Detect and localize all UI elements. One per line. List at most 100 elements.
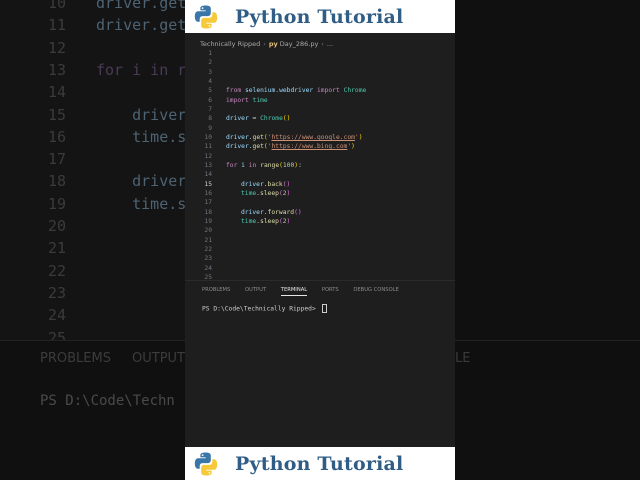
line-number: 6: [208, 96, 212, 104]
url-link[interactable]: https://www.bing.com: [272, 143, 348, 150]
tab-ports[interactable]: PORTS: [322, 287, 339, 295]
line-number: 19: [204, 217, 212, 225]
background-code-text: driver: [96, 105, 187, 124]
code-text: driver.forward(): [241, 208, 302, 216]
line-number: 8: [208, 115, 212, 123]
background-code-line: 12: [0, 39, 185, 61]
code-text: from selenium.webdriver import Chrome: [226, 87, 367, 95]
background-code-line: 11 driver.get: [0, 16, 187, 38]
background-code-lines: 10 driver.get 11 driver.get 12 13 for i in r 14…: [0, 0, 187, 347]
line-number: 17: [204, 199, 212, 207]
code-text: driver.get('https://www.bing.com'): [226, 143, 355, 151]
line-number: 10: [204, 133, 212, 141]
code-line: 9: [185, 124, 455, 133]
chevron-right-icon: ›: [321, 40, 324, 48]
terminal-prompt-text: PS D:\Code\Technically Ripped>: [202, 305, 320, 313]
line-number: 5: [208, 87, 212, 95]
background-line-number: 11: [47, 16, 66, 35]
background-code-text: driver.get: [96, 16, 187, 35]
code-line: 20: [185, 226, 455, 235]
background-line-number: 19: [47, 194, 66, 213]
tab-problems[interactable]: PROBLEMS: [202, 287, 230, 295]
code-line: 24: [185, 264, 455, 273]
line-number: 9: [208, 124, 212, 132]
banner-title: Python Tutorial: [235, 452, 404, 475]
code-line: 17: [185, 198, 455, 207]
line-number: 23: [204, 255, 212, 263]
panel-tabs: PROBLEMS OUTPUT TERMINAL PORTS DEBUG CON…: [202, 287, 412, 296]
background-tab-output: OUTPUT: [132, 351, 185, 366]
background-right-panel: LE: [455, 340, 640, 381]
code-line: 5 from selenium.webdriver import Chrome: [185, 86, 455, 95]
code-text: time.sleep(2): [241, 217, 291, 225]
code-line: 15 driver.back(): [185, 180, 455, 189]
line-number: 11: [204, 143, 212, 151]
code-line: 1: [185, 49, 455, 58]
background-line-number: 14: [47, 83, 66, 102]
background-code-line: 22: [0, 262, 185, 284]
background-code-line: 10 driver.get: [0, 0, 186, 16]
background-line-number: 10: [47, 0, 66, 12]
code-lines: 1 2 3 4 5 from selenium.webdriver import …: [185, 49, 455, 280]
line-number: 2: [208, 59, 212, 67]
background-code-line: 19 time.s: [0, 194, 187, 217]
python-logo-icon: [194, 452, 218, 475]
terminal-prompt[interactable]: PS D:\Code\Technically Ripped>: [202, 304, 327, 313]
background-right-side: LE: [455, 0, 640, 480]
code-text: import time: [226, 96, 268, 104]
background-code-line: 21: [0, 239, 185, 261]
code-text: driver = Chrome(): [226, 115, 291, 123]
code-line: 19 time.sleep(2): [185, 217, 455, 226]
background-code-line: 15 driver: [0, 105, 187, 128]
background-code-line: 18 driver: [0, 172, 186, 194]
background-line-number: 15: [47, 105, 66, 124]
background-code-line: 13 for i in r: [0, 61, 186, 83]
chevron-right-icon: ›: [263, 40, 266, 48]
background-right-tab: LE: [455, 351, 471, 366]
background-line-number: 16: [47, 127, 66, 146]
code-line: 8 driver = Chrome(): [185, 114, 455, 123]
code-line: 18 driver.forward(): [185, 208, 455, 217]
background-line-number: 12: [47, 38, 66, 57]
background-line-number: 17: [47, 150, 66, 169]
background-line-number: 22: [47, 261, 66, 280]
background-code-line: 16 time.s: [0, 127, 186, 150]
terminal-cursor: [321, 304, 327, 313]
background-code-line: 17: [0, 150, 185, 172]
code-line: 7: [185, 105, 455, 114]
bottom-panel: PROBLEMS OUTPUT TERMINAL PORTS DEBUG CON…: [185, 280, 455, 448]
background-code-text: time.s: [96, 194, 187, 213]
code-line: 2: [185, 58, 455, 67]
python-file-icon: py: [268, 40, 278, 48]
code-line: 22: [185, 245, 455, 254]
background-code-line: 14: [0, 83, 185, 105]
line-number: 1: [208, 50, 212, 57]
tab-terminal[interactable]: TERMINAL: [280, 287, 308, 296]
code-line: 14: [185, 170, 455, 179]
code-line: 4: [185, 77, 455, 86]
line-number: 22: [204, 245, 212, 253]
line-number: 18: [204, 208, 212, 216]
breadcrumb: Technically Ripped › py Day_286.py ›...: [200, 40, 333, 48]
code-line: 16 time.sleep(2): [185, 189, 455, 198]
code-editor[interactable]: Technically Ripped › py Day_286.py ›... 1 2 …: [185, 33, 455, 280]
line-number: 4: [208, 77, 212, 85]
breadcrumb-file[interactable]: Day_286.py: [280, 40, 319, 48]
url-link[interactable]: https://www.google.com: [272, 134, 355, 141]
code-line: 6 import time: [185, 96, 455, 105]
code-text: time.sleep(2): [241, 189, 291, 197]
breadcrumb-folder[interactable]: Technically Ripped: [200, 40, 260, 48]
line-number: 20: [204, 227, 212, 235]
breadcrumb-more[interactable]: ...: [327, 40, 333, 48]
code-line: 12: [185, 152, 455, 161]
line-number-active: 15: [204, 180, 212, 188]
background-line-number: 24: [47, 306, 66, 325]
code-line: 21: [185, 236, 455, 245]
tab-output[interactable]: OUTPUT: [245, 287, 266, 295]
line-number: 25: [204, 273, 212, 280]
line-number: 13: [204, 161, 212, 169]
code-line: 23: [185, 254, 455, 263]
background-tab-problems: PROBLEMS: [40, 351, 111, 366]
tab-debug-console[interactable]: DEBUG CONSOLE: [353, 287, 398, 295]
line-number: 16: [204, 189, 212, 197]
